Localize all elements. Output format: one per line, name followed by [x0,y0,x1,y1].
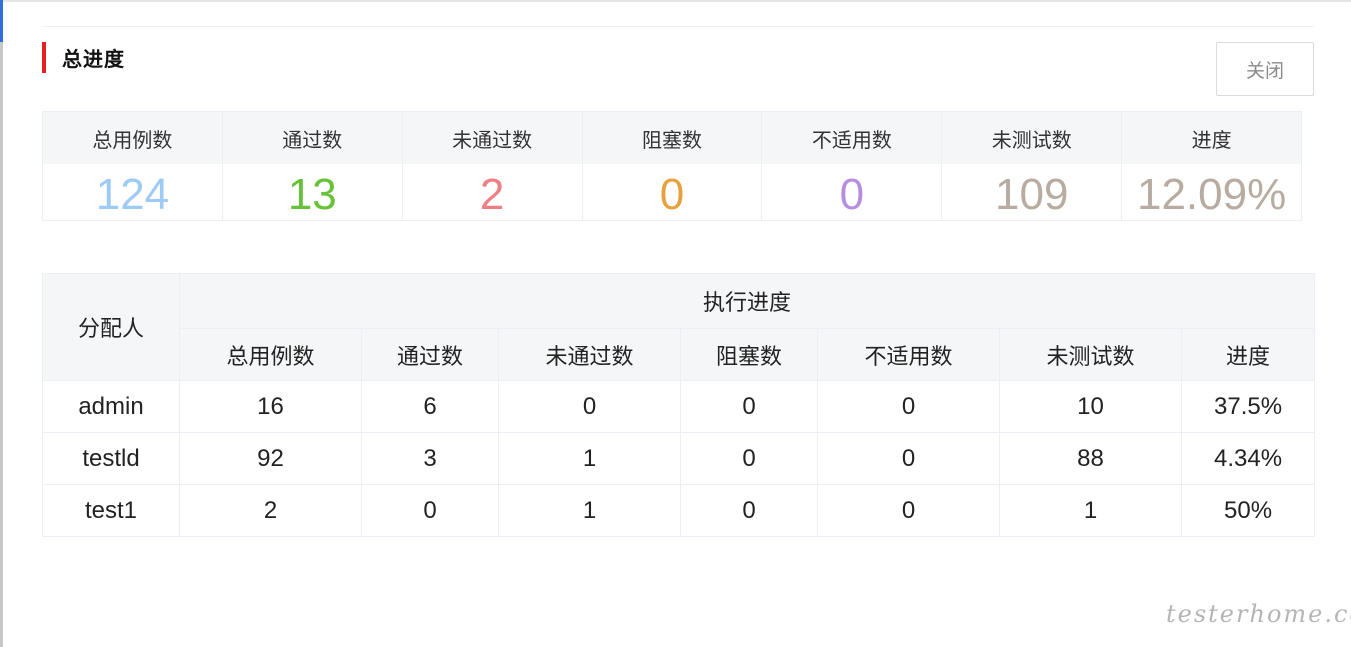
summary-value: 0 [659,170,685,219]
summary-label: 阻塞数 [582,112,762,164]
table-cell: 1 [999,484,1182,537]
summary-cell-failed: 未通过数 2 [402,112,583,221]
section-header: 总进度 [42,42,125,73]
table-cell: 1 [498,484,681,537]
table-cell: 10 [999,380,1182,433]
column-header: 未测试数 [999,328,1182,381]
column-header: 不适用数 [817,328,1000,381]
summary-cell-not-applicable: 不适用数 0 [762,112,943,221]
top-border [0,0,1351,2]
summary-cell-progress: 进度 12.09% [1122,112,1303,221]
table-cell: 0 [680,484,818,537]
assignee-header: 分配人 [42,273,180,381]
summary-value: 109 [995,170,1069,219]
summary-label: 未通过数 [402,112,582,164]
summary-value: 13 [287,170,337,219]
summary-label: 未测试数 [942,112,1122,164]
table-cell: 0 [680,432,818,485]
summary-label: 不适用数 [762,112,942,164]
section-accent-bar [42,42,46,73]
table-cell: 0 [817,380,1000,433]
summary-cell-total: 总用例数 124 [43,112,223,221]
table-cell: 92 [179,432,362,485]
table-cell: 1 [498,432,681,485]
table-cell: 3 [361,432,499,485]
table-cell: 0 [680,380,818,433]
summary-value: 124 [95,170,170,219]
section-title: 总进度 [62,47,125,71]
table-cell: 50% [1180,484,1316,537]
summary-label: 总用例数 [43,112,222,164]
summary-label: 进度 [1122,112,1302,164]
table-cell: 2 [179,484,362,537]
left-edge-accent [0,0,3,42]
assignee-cell: admin [42,380,180,433]
summary-value: 12.09% [1136,170,1287,219]
column-header: 通过数 [361,328,499,381]
table-cell: 37.5% [1180,380,1316,433]
close-button[interactable]: 关闭 [1216,42,1314,96]
summary-value: 0 [839,170,865,219]
table-cell: 88 [999,432,1182,485]
column-header: 总用例数 [179,328,362,381]
execution-progress-table: 分配人 执行进度 总用例数 通过数 未通过数 阻塞数 不适用数 未测试数 进度 … [42,273,1316,537]
table-cell: 4.34% [1180,432,1316,485]
assignee-cell: testld [42,432,180,485]
column-header: 阻塞数 [680,328,818,381]
column-header: 进度 [1180,328,1316,381]
table-row: test1 2 0 1 0 0 1 50% [42,484,1316,537]
column-header: 未通过数 [498,328,681,381]
table-cell: 0 [361,484,499,537]
summary-grid: 总用例数 124 通过数 13 未通过数 2 阻塞数 0 不适用数 0 未测试数… [42,111,1303,221]
table-row: admin 16 6 0 0 0 10 37.5% [42,380,1316,433]
summary-cell-passed: 通过数 13 [222,112,403,221]
header-divider [42,26,1314,27]
table-row: testld 92 3 1 0 0 88 4.34% [42,432,1316,485]
assignee-cell: test1 [42,484,180,537]
execution-progress-header: 执行进度 [178,273,1316,329]
table-cell: 0 [817,484,1000,537]
left-edge [0,0,3,647]
table-cell: 6 [361,380,499,433]
summary-label: 通过数 [222,112,402,164]
table-cell: 16 [179,380,362,433]
table-cell: 0 [498,380,681,433]
summary-value: 2 [479,170,505,219]
watermark: testerhome.com [1166,600,1351,628]
table-cell: 0 [817,432,1000,485]
summary-cell-untested: 未测试数 109 [942,112,1123,221]
summary-cell-blocked: 阻塞数 0 [582,112,763,221]
